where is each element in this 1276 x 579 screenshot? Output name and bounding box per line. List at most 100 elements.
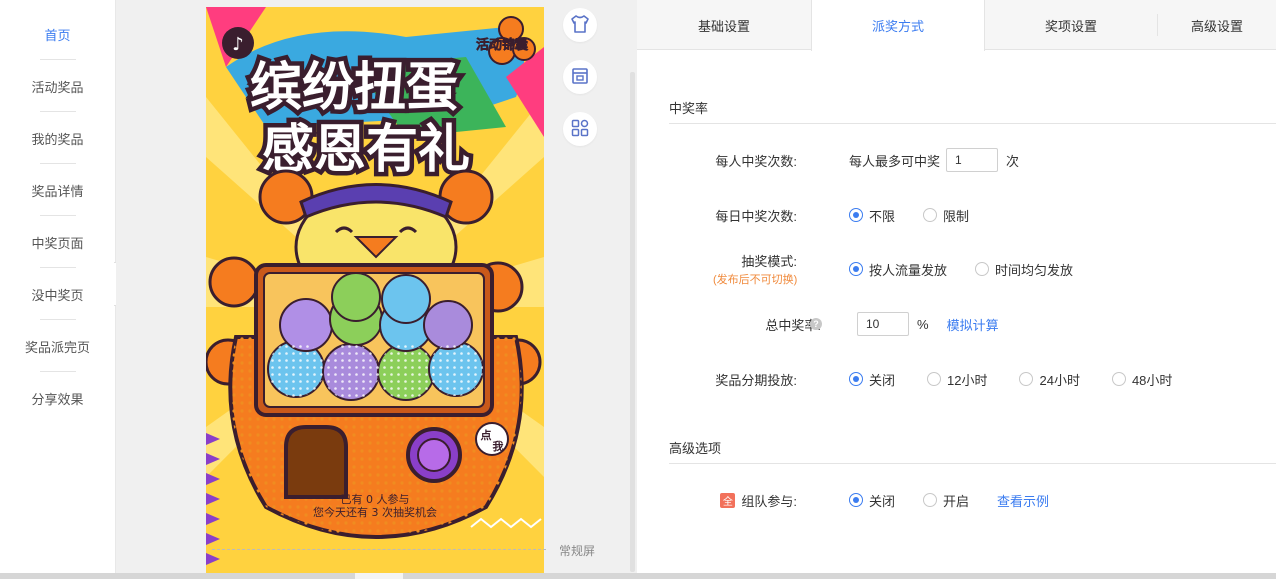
nav-label: 中奖页面 (31, 235, 84, 251)
row-total-win-rate: 总中奖率: ? % 模拟计算 (637, 312, 1276, 336)
radio-mode-by-traffic[interactable]: 按人流量发放 (849, 260, 947, 279)
radio-circle (923, 208, 938, 222)
row-team-participation: 全 组队参与: 关闭 开启 查看示例 (637, 488, 1276, 512)
help-icon[interactable]: ? (810, 318, 822, 330)
field-label: 每人中奖次数: (715, 153, 797, 169)
svg-text:♪: ♪ (232, 34, 244, 55)
horizontal-scrollbar[interactable] (0, 573, 1276, 579)
radio-team-on[interactable]: 开启 (923, 491, 969, 510)
nav-label: 分享效果 (31, 391, 84, 407)
theme-button[interactable] (563, 8, 597, 42)
radio-circle (927, 372, 942, 386)
tab-prize-distribution[interactable]: 派奖方式 (811, 0, 985, 51)
radio-stage-off[interactable]: 关闭 (849, 370, 895, 389)
radio-label: 关闭 (869, 493, 896, 509)
shirt-icon (570, 14, 590, 36)
team-badge-icon: 全 (720, 492, 736, 508)
total-win-rate-input[interactable] (857, 312, 909, 336)
tap-me-text-2: 我 (493, 439, 504, 453)
divider (669, 463, 1276, 464)
participants-count: 已有 0 人参与 (341, 492, 410, 506)
nav-label: 活动奖品 (31, 79, 84, 95)
nav-label: 首页 (44, 27, 71, 43)
tab-label: 派奖方式 (871, 19, 924, 34)
section-title-win-rate: 中奖率 (669, 101, 709, 116)
nav-item-lose-page[interactable]: 没中奖页 (0, 268, 115, 320)
nav-item-home[interactable]: 首页 (0, 8, 115, 60)
row-content: 每人最多可中奖 次 (849, 148, 1019, 172)
radio-circle (923, 493, 938, 507)
radio-stage-48h[interactable]: 48小时 (1111, 370, 1173, 389)
phone-preview[interactable]: ♪ 活动锦囊 缤纷扭蛋 感恩有礼 点 我 已有 0 人参与 您今天还有 3 次抽… (206, 7, 544, 579)
radio-label: 48小时 (1131, 372, 1173, 388)
field-label: 奖品分期投放: (715, 372, 797, 388)
field-label: 组队参与: (741, 493, 797, 509)
radio-daily-unlimited[interactable]: 不限 (849, 206, 895, 225)
radio-stage-12h[interactable]: 12小时 (927, 370, 987, 389)
nav-label: 没中奖页 (31, 287, 84, 303)
screen-fold-line (212, 549, 546, 550)
nav-item-activity-prizes[interactable]: 活动奖品 (0, 60, 115, 112)
radio-stage-24h[interactable]: 24小时 (1019, 370, 1080, 389)
row-staged-release: 奖品分期投放: 关闭 12小时 24小时 48小时 (637, 367, 1276, 391)
nav-label: 奖品派完页 (24, 339, 90, 355)
row-daily-wins: 每日中奖次数: 不限 限制 (637, 203, 1276, 227)
row-draw-mode-options: 按人流量发放 时间均匀发放 (637, 257, 1276, 281)
radio-label: 按人流量发放 (869, 262, 948, 278)
nav-item-win-page[interactable]: 中奖页面 (0, 216, 115, 268)
radio-circle (975, 262, 990, 276)
tab-label: 高级设置 (1190, 18, 1243, 34)
divider (669, 123, 1276, 124)
max-wins-per-person-input[interactable] (946, 148, 999, 172)
nav-label: 我的奖品 (31, 131, 84, 147)
radio-label: 24小时 (1039, 372, 1080, 388)
radio-circle (849, 208, 863, 222)
nav-item-share-effect[interactable]: 分享效果 (0, 372, 115, 424)
row-content: 关闭 开启 查看示例 (849, 491, 1049, 510)
tap-me-text-1: 点 (481, 428, 492, 442)
simulate-calc-link[interactable]: 模拟计算 (947, 315, 999, 334)
section-title-advanced: 高级选项 (669, 441, 722, 456)
field-suffix: 次 (1006, 153, 1020, 169)
radio-circle (1019, 372, 1034, 386)
radio-circle (849, 372, 863, 386)
tab-prize-settings[interactable]: 奖项设置 (985, 0, 1157, 50)
row-content: % 模拟计算 (857, 312, 999, 336)
scrollbar-thumb[interactable] (355, 573, 403, 579)
preview-scrollbar[interactable] (630, 72, 635, 572)
activity-tips-badge: 活动锦囊 (476, 37, 529, 53)
radio-mode-time-uniform[interactable]: 时间均匀发放 (975, 260, 1073, 279)
view-example-link[interactable]: 查看示例 (997, 491, 1049, 510)
left-nav: 首页 活动奖品 我的奖品 奖品详情 中奖页面 没中奖页 奖品派完页 分享效果 (0, 0, 116, 579)
nav-item-out-of-prizes-page[interactable]: 奖品派完页 (0, 320, 115, 372)
radio-label: 限制 (943, 208, 970, 224)
radio-team-off[interactable]: 关闭 (849, 491, 895, 510)
screen-label: 常规屏 (559, 544, 596, 558)
tab-label: 奖项设置 (1044, 18, 1097, 34)
radio-label: 开启 (943, 493, 970, 509)
grid-apps-icon (571, 119, 589, 140)
remaining-chances: 您今天还有 3 次抽奖机会 (313, 505, 437, 519)
nav-list: 首页 活动奖品 我的奖品 奖品详情 中奖页面 没中奖页 奖品派完页 分享效果 (0, 0, 115, 424)
tab-basic-settings[interactable]: 基础设置 (637, 0, 811, 50)
store-button[interactable] (563, 60, 597, 94)
radio-label: 关闭 (869, 372, 896, 388)
radio-label: 时间均匀发放 (995, 262, 1074, 278)
preview-canvas: ♪ 活动锦囊 缤纷扭蛋 感恩有礼 点 我 已有 0 人参与 您今天还有 3 次抽… (116, 0, 636, 579)
tab-advanced-settings[interactable]: 高级设置 (1157, 14, 1276, 36)
components-button[interactable] (563, 112, 597, 146)
settings-tabs: 基础设置 派奖方式 奖项设置 高级设置 (637, 0, 1276, 51)
field-label-wrap: 全 组队参与: (720, 491, 797, 510)
unit-percent: % (917, 316, 929, 332)
field-prefix: 每人最多可中奖 (849, 153, 941, 169)
store-icon (571, 67, 589, 88)
radio-label: 不限 (869, 208, 896, 224)
row-content: 按人流量发放 时间均匀发放 (849, 260, 1101, 279)
radio-daily-limited[interactable]: 限制 (923, 206, 969, 225)
nav-item-prize-detail[interactable]: 奖品详情 (0, 164, 115, 216)
nav-item-my-prizes[interactable]: 我的奖品 (0, 112, 115, 164)
nav-label: 奖品详情 (31, 183, 84, 199)
poster-illustration: ♪ 活动锦囊 缤纷扭蛋 感恩有礼 点 我 已有 0 人参与 您今天还有 3 次抽… (206, 7, 544, 579)
row-per-person-wins: 每人中奖次数: 每人最多可中奖 次 (637, 148, 1276, 172)
row-content: 关闭 12小时 24小时 48小时 (849, 370, 1200, 389)
